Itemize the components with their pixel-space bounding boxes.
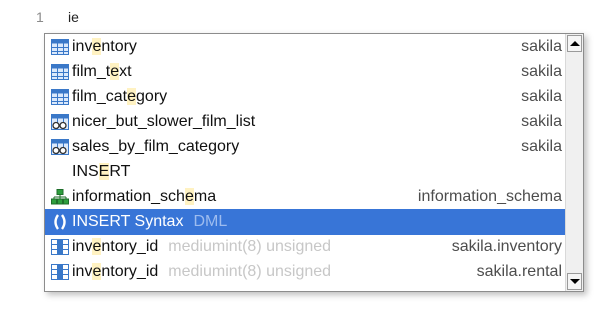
arrow-up-icon: [569, 41, 580, 46]
item-schema: sakila: [521, 88, 562, 105]
item-schema: sakila: [521, 38, 562, 55]
item-schema: sakila: [521, 113, 562, 130]
match-highlight: e: [110, 63, 120, 80]
view-icon: [50, 113, 70, 131]
match-highlight: e: [184, 188, 194, 205]
item-name: inventory_id: [72, 238, 159, 255]
autocomplete-item[interactable]: sales_by_film_category sakila: [45, 134, 566, 160]
scroll-down-button[interactable]: [567, 273, 582, 290]
syntax-icon: [50, 213, 70, 231]
autocomplete-item[interactable]: information_schema information_schema: [45, 184, 566, 210]
item-type: mediumint(8) unsigned: [168, 238, 332, 255]
item-schema: sakila.inventory: [451, 238, 562, 255]
item-name: INSERT: [72, 163, 131, 180]
autocomplete-item[interactable]: inventory sakila: [45, 34, 566, 60]
arrow-down-icon: [569, 279, 580, 284]
item-name: film_text: [72, 63, 132, 80]
column-icon: [50, 263, 70, 281]
autocomplete-scrollbar[interactable]: [565, 34, 583, 291]
item-name: inventory_id: [72, 263, 159, 280]
item-type: DML: [193, 213, 228, 230]
view-icon: [50, 138, 70, 156]
match-highlight: E: [98, 213, 110, 230]
autocomplete-item[interactable]: film_text sakila: [45, 59, 566, 85]
table-icon: [50, 38, 70, 56]
sql-editor[interactable]: 1 ie inventory sakila film_text sakila film_…: [0, 0, 605, 318]
autocomplete-item-selected[interactable]: INSERT Syntax DML: [45, 209, 566, 235]
item-name: sales_by_film_category: [72, 138, 240, 155]
table-icon: [50, 88, 70, 106]
blank-icon: [50, 163, 70, 181]
item-type: mediumint(8) unsigned: [168, 263, 332, 280]
item-name: information_schema: [72, 188, 217, 205]
item-schema: sakila: [521, 63, 562, 80]
autocomplete-item[interactable]: inventory_id mediumint(8) unsigned sakila.…: [45, 259, 566, 285]
autocomplete-item[interactable]: film_category sakila: [45, 84, 566, 110]
item-schema: sakila: [521, 138, 562, 155]
match-highlight: E: [98, 163, 110, 180]
column-icon: [50, 238, 70, 256]
item-schema: information_schema: [417, 188, 562, 205]
item-name: film_category: [72, 88, 168, 105]
line-number: 1: [36, 9, 44, 25]
autocomplete-item[interactable]: inventory_id mediumint(8) unsigned sakila.…: [45, 234, 566, 260]
table-icon: [50, 63, 70, 81]
autocomplete-popup: inventory sakila film_text sakila film_categ…: [44, 33, 584, 292]
autocomplete-item[interactable]: INSERT: [45, 159, 566, 185]
match-highlight: e: [127, 88, 137, 105]
schema-icon: [50, 188, 70, 206]
autocomplete-list: inventory sakila film_text sakila film_categ…: [45, 34, 566, 291]
item-name: INSERT Syntax: [72, 213, 184, 230]
item-schema: sakila.rental: [476, 263, 562, 280]
editor-code-text[interactable]: ie: [68, 9, 79, 25]
item-name: inventory: [72, 38, 137, 55]
scroll-up-button[interactable]: [567, 35, 582, 52]
item-name: nicer_but_slower_film_list: [72, 113, 256, 130]
autocomplete-item[interactable]: nicer_but_slower_film_list sakila: [45, 109, 566, 135]
